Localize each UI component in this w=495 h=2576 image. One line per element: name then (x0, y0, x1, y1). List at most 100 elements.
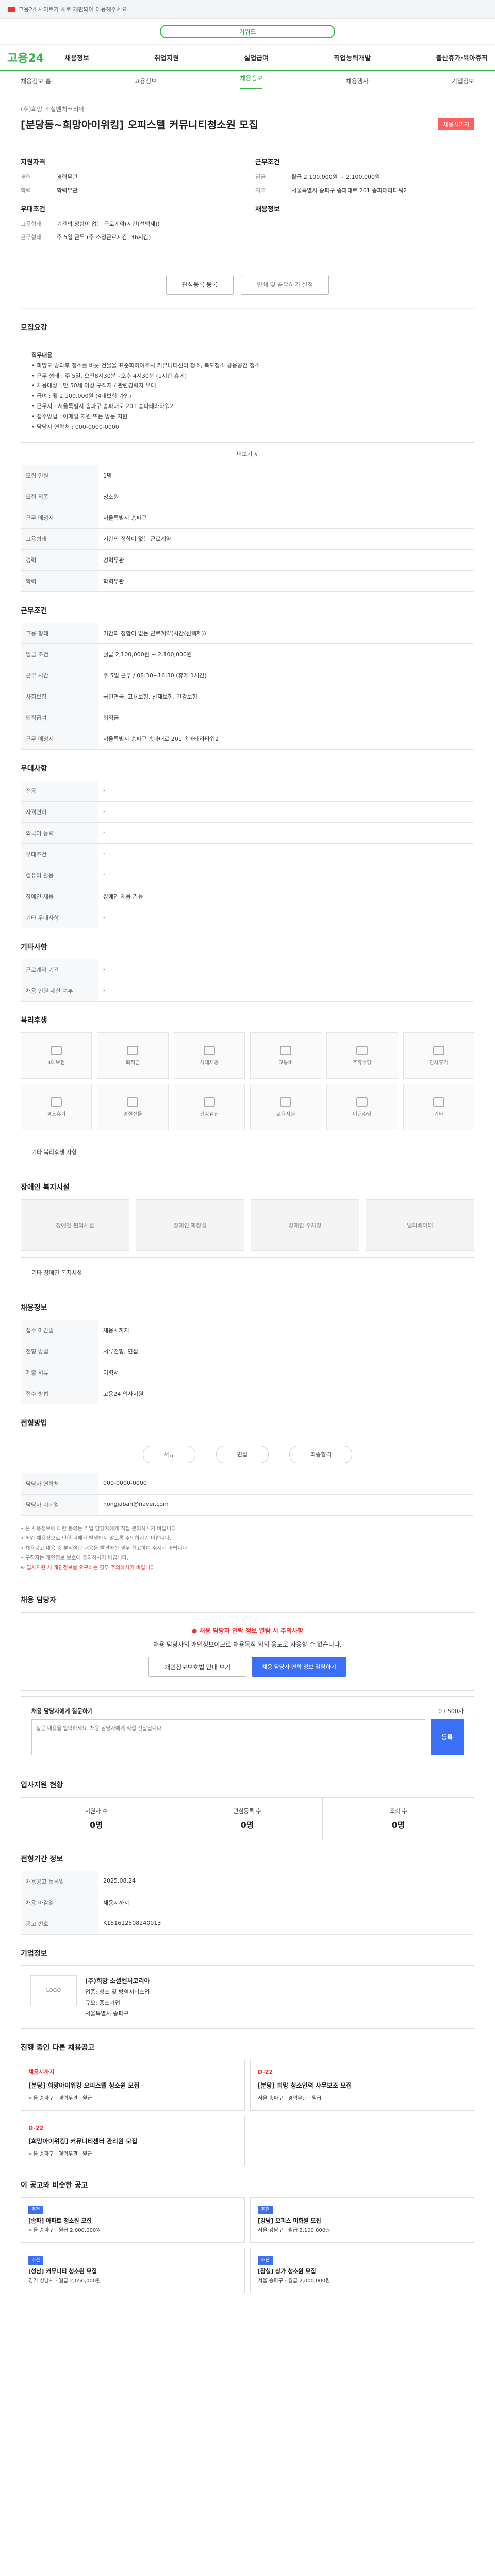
table-key: 컴퓨터 활용 (21, 865, 98, 887)
table-row: 전공 - (21, 781, 474, 802)
more-link[interactable]: 더보기 ∨ (21, 443, 474, 465)
nav-item[interactable]: 취업지원 (154, 53, 179, 62)
table-row: 공고 번호 K151612508240013 (21, 1913, 474, 1935)
banner-text: 고용24 사이트가 새로 개편되어 이용해주세요 (19, 6, 127, 13)
benefit-icon (433, 1045, 444, 1055)
table-row: 고용 형태 기간의 정함이 없는 근로계약(시간(선택제)) (21, 623, 474, 645)
nav-item[interactable]: 직업능력개발 (334, 53, 371, 62)
benefit-icon (51, 1045, 62, 1055)
company-card-name[interactable]: (주)희망 소셜벤처코리아 (85, 1975, 150, 1987)
benefit-note: 기타 복리후생 사항 (21, 1137, 474, 1169)
table-key: 근무 시간 (21, 665, 98, 687)
table-value: K151612508240013 (98, 1913, 474, 1935)
benefit-card: 경조휴가 (21, 1084, 92, 1131)
notice-item: • 허위 채용정보로 인한 피해가 발생하지 않도록 주의하시기 바랍니다. (21, 1535, 172, 1541)
benefit-label: 주휴수당 (353, 1060, 372, 1066)
kv-value: 월급 2,100,000원 ~ 2,100,000원 (291, 174, 381, 180)
table-value: 서울특별시 송파구 (98, 507, 474, 529)
detail-line: • 희망도 방과후 청소를 비롯 건물을 표준화하여주시 커뮤니티센터 청소, … (31, 362, 260, 369)
kv-key: 학력 (21, 187, 31, 194)
table-key: 채용 마감일 (21, 1892, 98, 1913)
table-value: - (98, 843, 474, 866)
privacy-guide-button[interactable]: 개인정보보호법 안내 보기 (148, 1656, 247, 1677)
search-input[interactable]: 키워드 (160, 25, 335, 38)
job-card-title: [분당] 희망 청소인력 사무보조 모집 (258, 2082, 352, 2090)
qa-label: 채용 담당자에게 질문하기 (31, 1707, 93, 1715)
rec-card[interactable]: 추천 [성남] 커뮤니티 청소원 모집 경기 성남시 · 월급 2,050,000원 (21, 2247, 245, 2293)
rec-card[interactable]: 추천 [잠실] 상가 청소원 모집 서울 송파구 · 월급 2,000,000원 (250, 2247, 474, 2293)
subnav-item-active[interactable]: 채용정보 (240, 74, 263, 89)
section-title: 기업정보 (21, 1949, 47, 1958)
rec-tag: 추천 (258, 2256, 273, 2265)
table-key: 접수 방법 (21, 1383, 98, 1404)
recruiter-table: 담당자 연락처 000-0000-0000 담당자 이메일 hongjaban@na… (21, 1473, 474, 1516)
job-card[interactable]: 채용시까지 [분당] 희망아이위킹 오피스텔 청소원 모집 서울 송파구 · 경력무… (21, 2060, 245, 2111)
share-button[interactable]: 인쇄 및 공유하기 설정 (241, 275, 329, 295)
benefit-card: 4대보험 (21, 1032, 92, 1079)
logo-accent: 24 (28, 52, 44, 65)
benefit-card: 퇴직금 (97, 1032, 169, 1079)
bookmark-button[interactable]: 관심등록 등록 (166, 275, 234, 295)
table-key: 사회보험 (21, 686, 98, 708)
rec-card[interactable]: 추천 [송파] 아파트 청소원 모집 서울 송파구 · 월급 2,000,000원 (21, 2197, 245, 2243)
subnav-item[interactable]: 고용정보 (134, 77, 157, 86)
nav-item[interactable]: 실업급여 (244, 53, 269, 62)
table-key: 학력 (21, 570, 98, 592)
subnav-item[interactable]: 채용정보 홈 (21, 77, 51, 86)
table-key: 근로계약 기간 (21, 959, 98, 981)
other-jobs-list: 채용시까지 [분당] 희망아이위킹 오피스텔 청소원 모집 서울 송파구 · 경력무… (21, 2060, 474, 2166)
cta-warning: ● 채용 담당자 연락 정보 열람 시 주의사항 (191, 1626, 304, 1634)
site-logo[interactable]: 고용24 (7, 49, 44, 65)
notice-item: • 구직자는 개인정보 보호에 유의하시기 바랍니다. (21, 1555, 128, 1561)
disability-note: 기타 장애인 복지시설 (21, 1257, 474, 1289)
qa-submit-button[interactable]: 등록 (431, 1719, 464, 1755)
table-row: 채용 마감일 채용시까지 (21, 1892, 474, 1913)
company-name[interactable]: (주)희망 소셜벤처코리아 (21, 105, 474, 113)
qa-input[interactable] (31, 1719, 426, 1755)
process-step: 서류 (142, 1445, 195, 1463)
benefit-grid: 4대보험 퇴직금 식대제공 교통비 주휴수당 연차휴가 경조휴가 명절선물 건강… (21, 1032, 474, 1131)
benefit-card: 명절선물 (97, 1084, 169, 1131)
summary-heading: 지원자격 (21, 159, 45, 166)
info-table: 모집 인원 1명 모집 직종 청소원 근무 예정지 서울특별시 송파구 고용형태 기간의… (21, 465, 474, 592)
job-card[interactable]: D-22 [분당] 희망 청소인력 사무보조 모집 서울 송파구 · 경력무관 · … (250, 2060, 474, 2111)
kv-key: 경력 (21, 174, 31, 180)
table-key: 채용공고 등록일 (21, 1871, 98, 1892)
table-key: 제출 서류 (21, 1362, 98, 1383)
table-value: - (98, 865, 474, 887)
summary-right: 근무조건 임금 월급 2,100,000원 ~ 2,100,000원 지역 서울특별… (255, 157, 474, 246)
section-title: 진행 중인 다른 채용공고 (21, 2044, 95, 2053)
job-card[interactable]: D-22 [희망아이위킹] 커뮤니티센터 관리원 모집 서울 송파구 · 경력무관 … (21, 2115, 245, 2166)
nav-item[interactable]: 출산휴가·육아휴직 (436, 53, 488, 62)
table-row: 사회보험 국민연금, 고용보험, 산재보험, 건강보험 (21, 686, 474, 708)
table-row: 담당자 이메일 hongjaban@naver.com (21, 1494, 474, 1516)
kv-key: 지역 (255, 187, 266, 194)
view-contact-button[interactable]: 채용 담당자 연락 정보 열람하기 (252, 1656, 346, 1677)
rec-meta: 서울 송파구 · 월급 2,000,000원 (28, 2227, 101, 2233)
search-area: 키워드 (0, 19, 495, 45)
disability-grid: 장애인 편의시설 장애인 화장실 장애인 주차장 엘리베이터 (21, 1199, 474, 1251)
benefit-icon (280, 1097, 292, 1107)
table-key: 기타 우대사항 (21, 907, 98, 929)
subnav-item[interactable]: 기업정보 (452, 77, 474, 86)
table-row: 임금 조건 월급 2,100,000원 ~ 2,100,000원 (21, 643, 474, 666)
process-step: 면접 (216, 1445, 269, 1463)
table-value: 경력무관 (98, 549, 474, 571)
process-steps: 서류 면접 최종합격 (21, 1435, 474, 1473)
benefit-card: 교통비 (250, 1032, 322, 1079)
nav-menu: 채용정보 취업지원 실업급여 직업능력개발 출산휴가·육아휴직 (64, 53, 488, 62)
rec-tag: 추천 (28, 2256, 43, 2265)
table-key: 퇴직급여 (21, 707, 98, 729)
table-value: 000-0000-0000 (98, 1473, 474, 1495)
table-value: 서울특별시 송파구 송파대로 201 송파테라타워2 (98, 728, 474, 750)
contract-table: 근로계약 기간 - 채용 인원 제한 여부 - (21, 959, 474, 1002)
benefit-label: 교육지원 (276, 1111, 295, 1117)
table-value: 퇴직금 (98, 707, 474, 729)
kv-key: 임금 (255, 174, 266, 180)
subnav-item[interactable]: 채용행사 (346, 77, 369, 86)
nav-item[interactable]: 채용정보 (64, 53, 89, 62)
rec-card[interactable]: 추천 [강남] 오피스 미화원 모집 서울 강남구 · 월급 2,100,000원 (250, 2197, 474, 2243)
company-size: 규모: 중소기업 (85, 1999, 120, 2006)
benefit-label: 4대보험 (47, 1060, 65, 1066)
table-key: 공고 번호 (21, 1913, 98, 1935)
